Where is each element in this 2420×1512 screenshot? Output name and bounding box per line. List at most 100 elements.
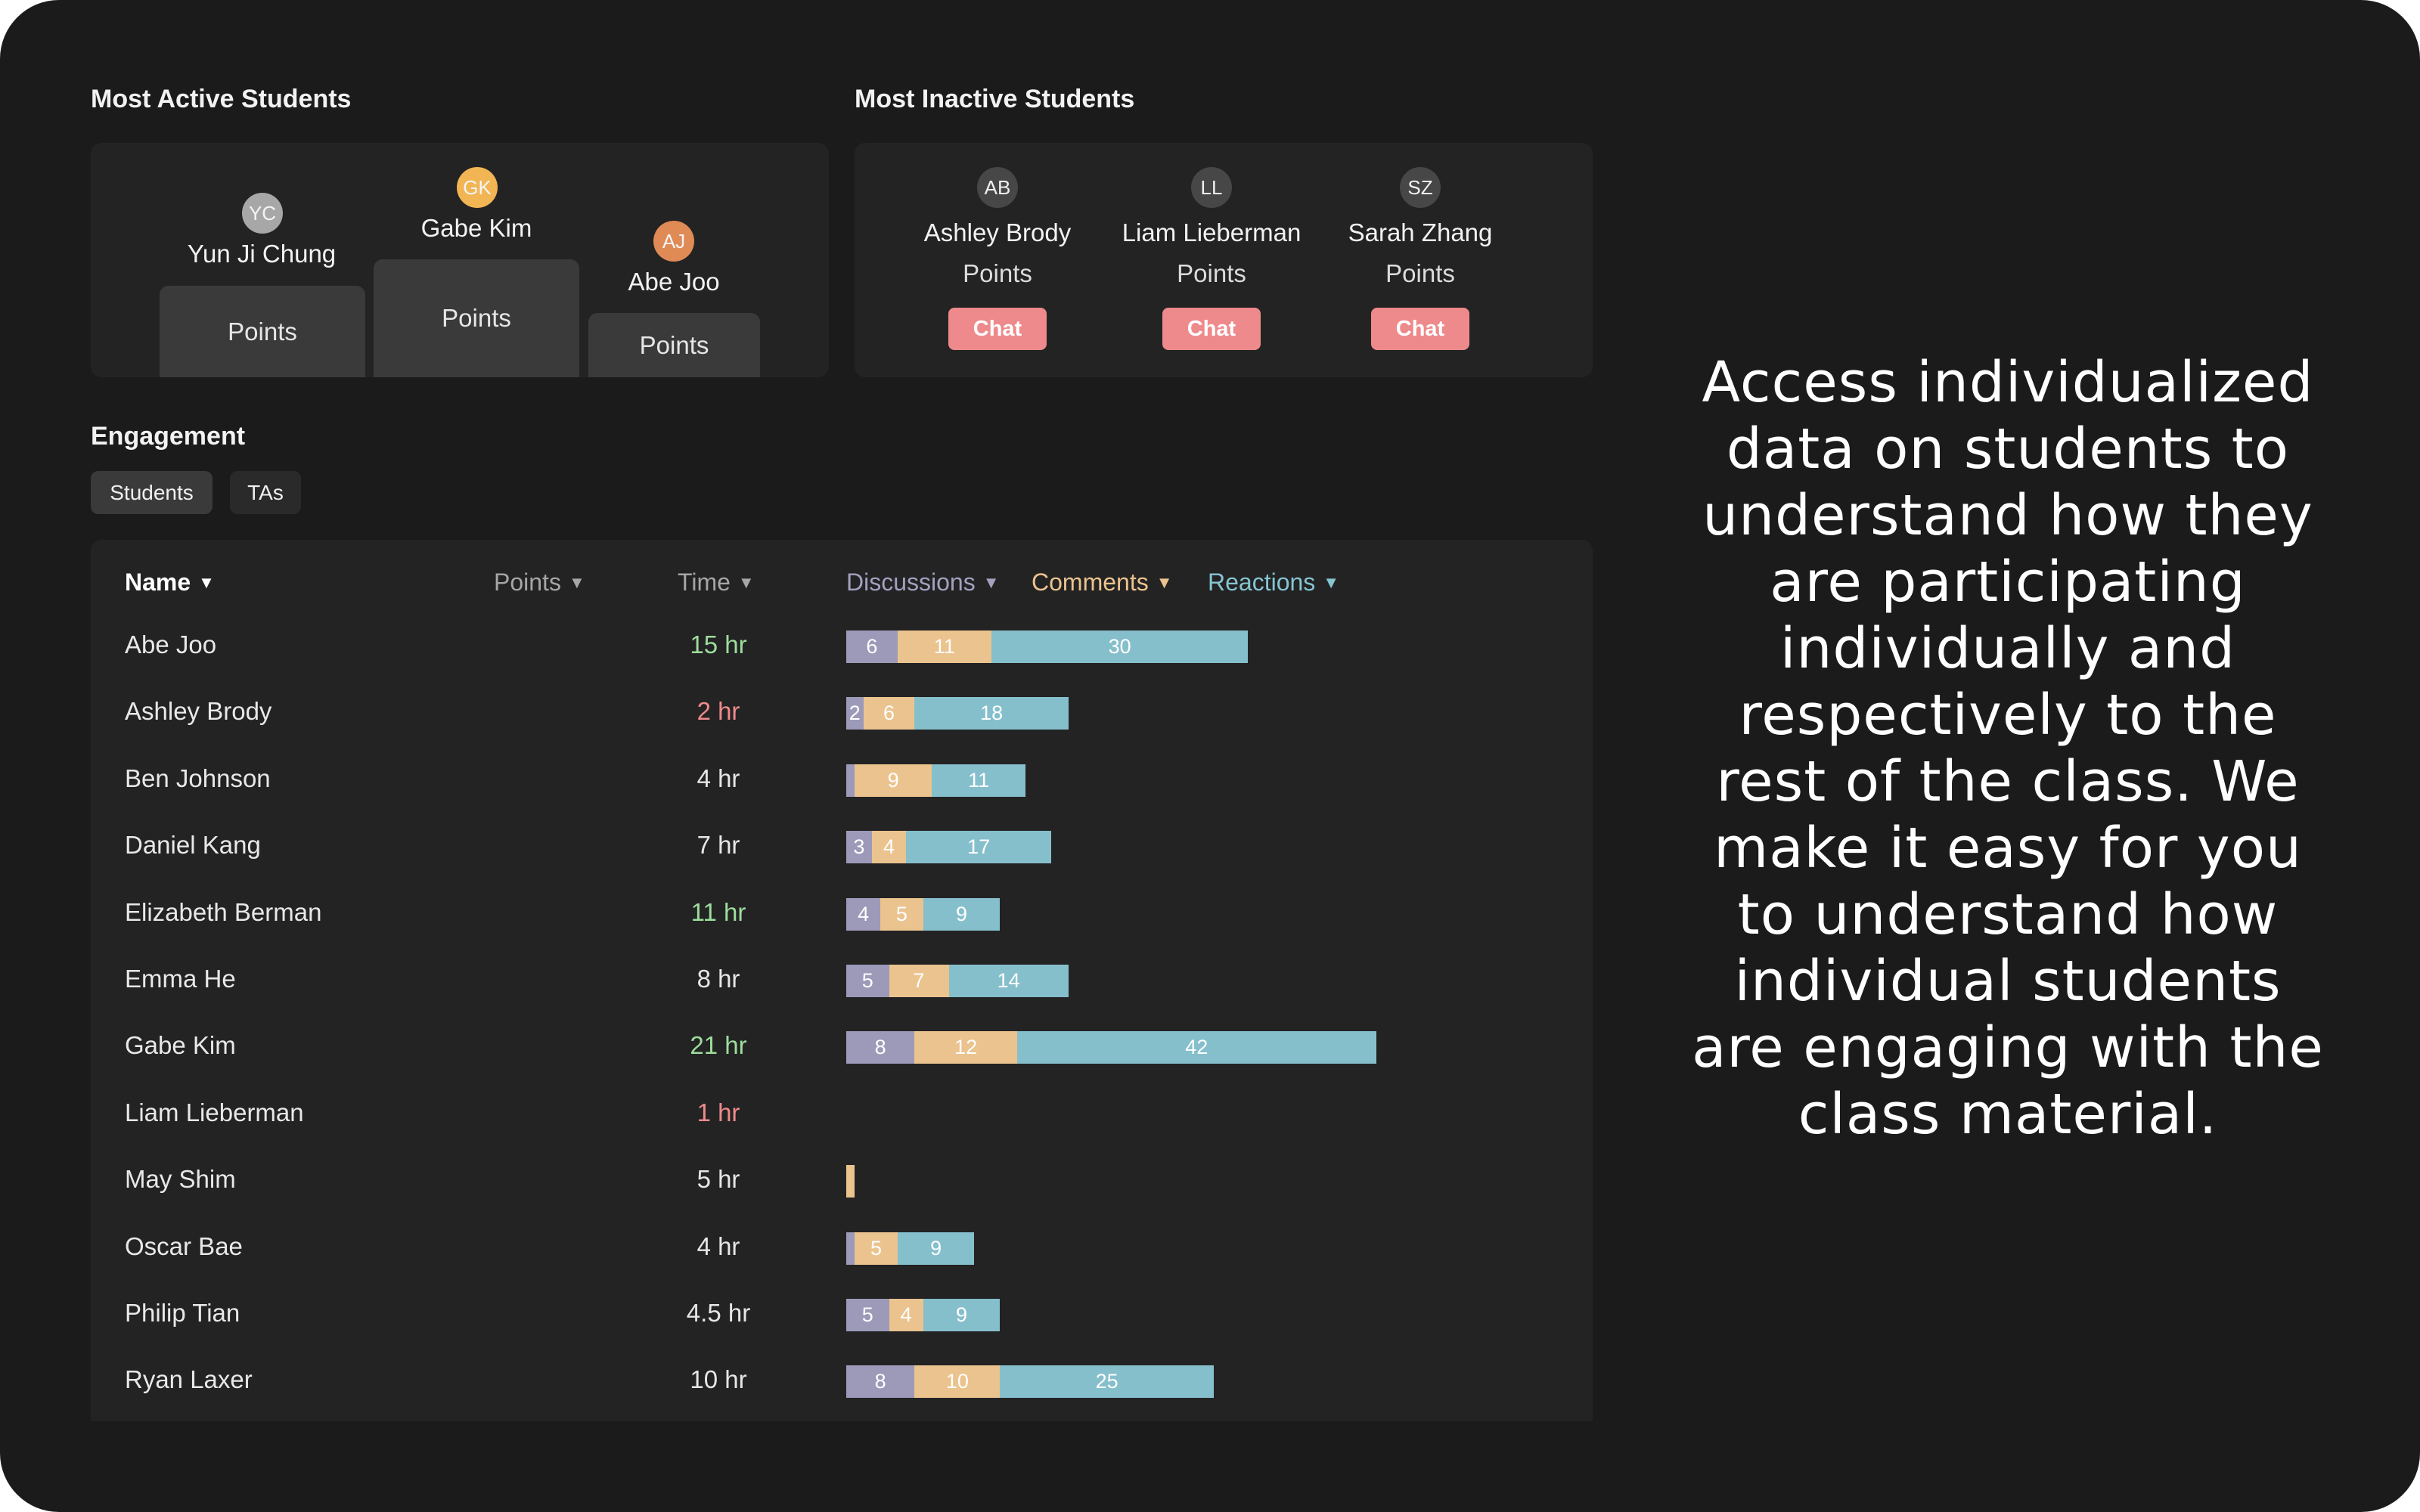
column-header-comments[interactable]: Comments ▼ bbox=[1032, 569, 1172, 596]
sort-down-icon: ▼ bbox=[198, 572, 215, 592]
most-active-title: Most Active Students bbox=[91, 85, 352, 113]
row-time: 2 hr bbox=[697, 697, 740, 726]
podium-name-first: Gabe Kim bbox=[420, 214, 532, 242]
reactions-segment: 25 bbox=[1000, 1365, 1214, 1399]
chat-button-ashley-brody[interactable]: Chat bbox=[948, 308, 1047, 350]
podium-third-points: Points bbox=[639, 330, 709, 359]
most-active-panel: YC Yun Ji Chung Points GK Gabe Kim Point… bbox=[91, 143, 829, 377]
avatar-sarah-zhang[interactable]: SZ bbox=[1400, 167, 1441, 208]
podium-second: Points bbox=[160, 286, 365, 377]
avatar-yun-ji-chung[interactable]: YC bbox=[242, 193, 283, 234]
comments-segment: 4 bbox=[889, 1299, 923, 1331]
podium-name-second: Yun Ji Chung bbox=[187, 240, 337, 268]
column-header-time[interactable]: Time ▼ bbox=[678, 569, 755, 596]
engagement-bar[interactable]: 549 bbox=[846, 1299, 1001, 1331]
row-time: 15 hr bbox=[690, 631, 747, 658]
row-time: 4 hr bbox=[697, 764, 740, 792]
row-student-name[interactable]: Ryan Laxer bbox=[125, 1365, 253, 1394]
row-time: 10 hr bbox=[690, 1365, 747, 1394]
engagement-bar[interactable]: 8 12 42 bbox=[846, 1031, 1376, 1064]
inactive-student-points: Points bbox=[1177, 259, 1246, 287]
engagement-bar[interactable]: 3 4 17 bbox=[846, 831, 1052, 864]
avatar-liam-lieberman[interactable]: LL bbox=[1191, 167, 1232, 208]
most-inactive-panel: AB Ashley Brody Points Chat LL Liam Lieb… bbox=[855, 143, 1593, 377]
row-student-name[interactable]: Elizabeth Berman bbox=[125, 898, 321, 927]
sort-down-icon: ▼ bbox=[1323, 572, 1340, 592]
comments-segment: 7 bbox=[889, 965, 949, 997]
engagement-bar[interactable]: 459 bbox=[846, 897, 1001, 931]
column-reactions-label: Reactions bbox=[1208, 569, 1316, 596]
column-header-discussions[interactable]: Discussions ▼ bbox=[846, 569, 1000, 596]
discussions-segment: 4 bbox=[846, 897, 881, 931]
row-student-name[interactable]: Ben Johnson bbox=[125, 764, 271, 793]
reactions-segment: 9 bbox=[923, 1299, 1001, 1331]
row-student-name[interactable]: Gabe Kim bbox=[125, 1031, 236, 1060]
avatar-ashley-brody[interactable]: AB bbox=[977, 167, 1018, 208]
column-name-label: Name bbox=[125, 569, 191, 596]
podium-first-points: Points bbox=[442, 304, 511, 332]
row-student-name[interactable]: Emma He bbox=[125, 965, 236, 993]
inactive-student-points: Points bbox=[1385, 259, 1455, 287]
podium-third: Points bbox=[588, 313, 760, 377]
inactive-student-name: Liam Lieberman bbox=[1122, 218, 1302, 246]
row-student-name[interactable]: Oscar Bae bbox=[125, 1232, 243, 1261]
reactions-segment: 30 bbox=[991, 631, 1249, 663]
engagement-bar[interactable]: 8 10 25 bbox=[846, 1365, 1214, 1399]
reactions-segment: 9 bbox=[897, 1232, 975, 1265]
row-time: 7 hr bbox=[697, 831, 740, 860]
avatar-gabe-kim[interactable]: GK bbox=[457, 167, 498, 208]
engagement-bar[interactable]: 2 6 18 bbox=[846, 697, 1069, 730]
row-student-name[interactable]: Daniel Kang bbox=[125, 831, 261, 860]
reactions-segment: 11 bbox=[931, 764, 1026, 797]
row-time: 11 hr bbox=[690, 897, 746, 926]
engagement-bar[interactable]: 5 7 14 bbox=[846, 965, 1069, 997]
row-student-name[interactable]: Abe Joo bbox=[125, 631, 216, 659]
engagement-title: Engagement bbox=[91, 422, 246, 451]
comments-segment: 6 bbox=[863, 697, 915, 730]
row-time: 4 hr bbox=[697, 1232, 740, 1260]
reactions-segment: 14 bbox=[948, 965, 1069, 997]
reactions-segment: 18 bbox=[914, 697, 1069, 730]
app-frame: Most Active Students YC Yun Ji Chung Poi… bbox=[0, 0, 2420, 1512]
podium-name-third: Abe Joo bbox=[628, 268, 720, 296]
avatar-abe-joo[interactable]: AJ bbox=[653, 221, 694, 262]
engagement-bar[interactable]: 59 bbox=[846, 1232, 975, 1265]
engagement-bar[interactable]: 9 11 bbox=[846, 764, 1026, 797]
inactive-student-points: Points bbox=[963, 259, 1032, 287]
comments-segment: 10 bbox=[914, 1365, 1001, 1399]
sort-down-icon: ▼ bbox=[982, 572, 1000, 592]
engagement-bar[interactable]: 6 11 30 bbox=[846, 631, 1249, 663]
row-student-name[interactable]: May Shim bbox=[125, 1165, 236, 1194]
most-inactive-title: Most Inactive Students bbox=[855, 85, 1135, 113]
sort-down-icon: ▼ bbox=[737, 572, 755, 592]
column-header-reactions[interactable]: Reactions ▼ bbox=[1208, 569, 1339, 596]
column-discussions-label: Discussions bbox=[846, 569, 976, 596]
discussions-segment: 8 bbox=[846, 1031, 915, 1064]
row-time: 5 hr bbox=[697, 1165, 740, 1194]
sort-down-icon: ▼ bbox=[1156, 572, 1173, 592]
comments-segment: 5 bbox=[855, 1232, 898, 1265]
column-points-label: Points bbox=[494, 569, 561, 596]
tab-students[interactable]: Students bbox=[91, 471, 213, 514]
discussions-segment: 5 bbox=[846, 965, 889, 997]
discussions-segment bbox=[846, 1232, 855, 1265]
row-student-name[interactable]: Ashley Brody bbox=[125, 697, 271, 726]
discussions-segment: 3 bbox=[846, 831, 872, 864]
comments-segment: 11 bbox=[897, 631, 992, 663]
column-header-name[interactable]: Name ▼ bbox=[125, 569, 215, 596]
sort-down-icon: ▼ bbox=[568, 572, 585, 592]
discussions-segment: 6 bbox=[846, 631, 898, 663]
engagement-bar[interactable] bbox=[846, 1165, 855, 1198]
tab-tas[interactable]: TAs bbox=[230, 471, 301, 514]
column-header-points[interactable]: Points ▼ bbox=[494, 569, 585, 596]
row-student-name[interactable]: Philip Tian bbox=[125, 1299, 240, 1328]
row-student-name[interactable]: Liam Lieberman bbox=[125, 1098, 304, 1127]
comments-segment: 12 bbox=[914, 1031, 1017, 1064]
discussions-segment: 8 bbox=[846, 1365, 915, 1399]
discussions-segment bbox=[846, 764, 855, 797]
chat-button-sarah-zhang[interactable]: Chat bbox=[1371, 308, 1469, 350]
reactions-segment: 9 bbox=[923, 897, 1001, 931]
podium-second-points: Points bbox=[228, 317, 297, 345]
comments-segment: 4 bbox=[871, 831, 907, 864]
chat-button-liam-lieberman[interactable]: Chat bbox=[1162, 308, 1261, 350]
